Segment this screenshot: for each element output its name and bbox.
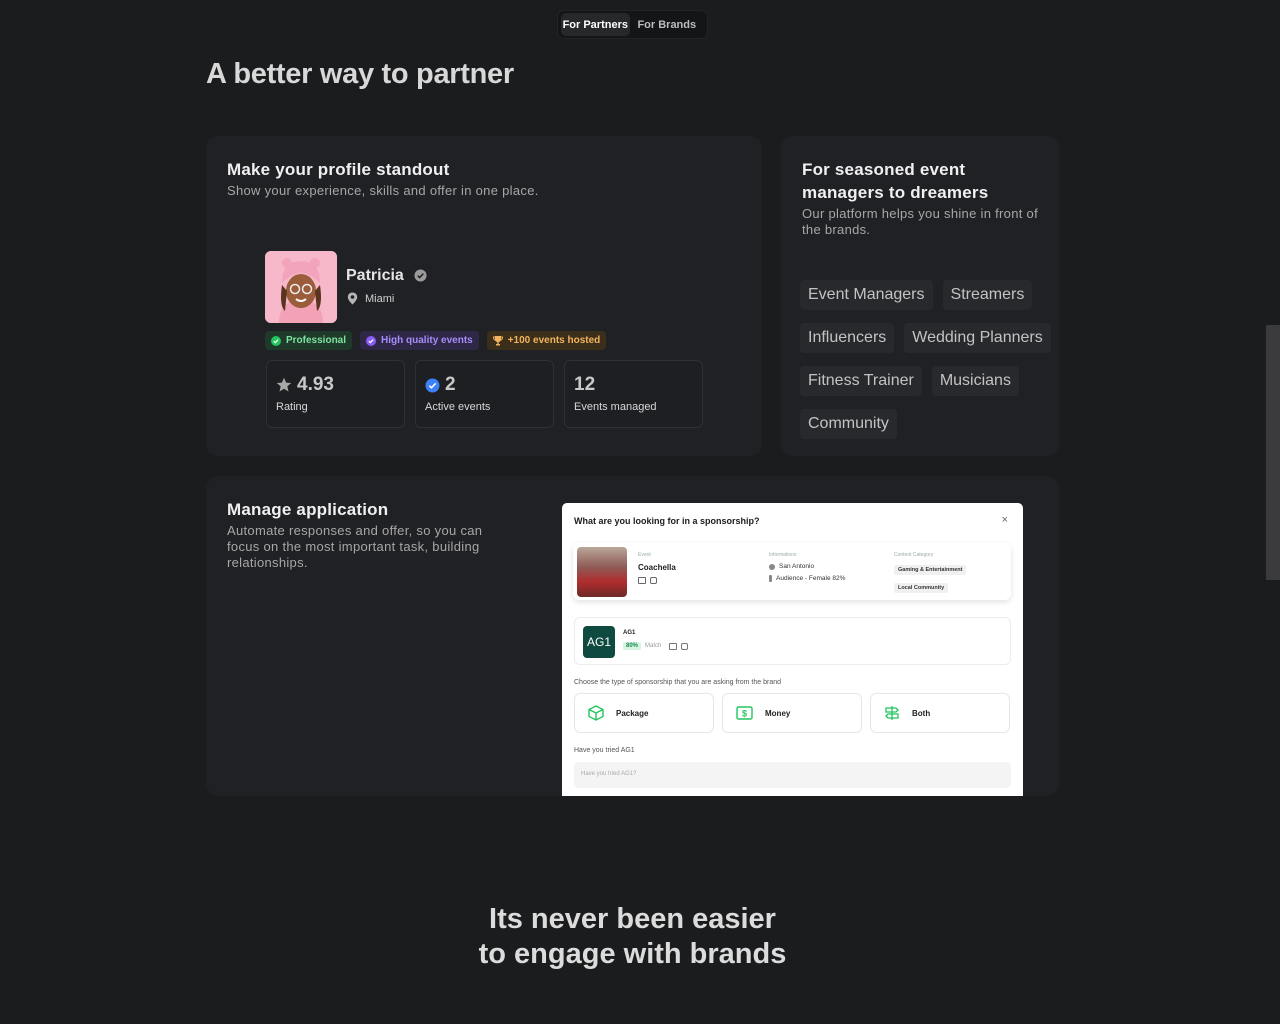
trophy-icon bbox=[492, 336, 503, 346]
profile-card-subtitle: Show your experience, skills and offer i… bbox=[227, 183, 539, 198]
option-label: Both bbox=[912, 708, 931, 718]
bottom-headline-line2: to engage with brands bbox=[478, 938, 787, 970]
location-pin-icon bbox=[347, 292, 358, 305]
scrollbar-thumb[interactable] bbox=[1266, 325, 1280, 580]
info-audience-text: Audience - Female 82% bbox=[776, 575, 846, 582]
badge-events-hosted: +100 events hosted bbox=[486, 331, 607, 350]
option-money[interactable]: $ Money bbox=[722, 693, 862, 733]
badge-label: High quality events bbox=[381, 335, 473, 346]
category-column: Content Category Gaming & Entertainment … bbox=[894, 552, 967, 594]
profile-card: Make your profile standout Show your exp… bbox=[206, 136, 762, 456]
brand-card[interactable]: AG1 AG1 80% Match bbox=[574, 617, 1011, 665]
stat-active-events: 2 Active events bbox=[415, 360, 554, 428]
brand-match: 80% Match bbox=[623, 642, 689, 650]
profile-stats: 4.93 Rating 2 Active events 12 Events ma… bbox=[266, 360, 703, 428]
role-tag: Community bbox=[800, 409, 897, 439]
badge-label: +100 events hosted bbox=[507, 335, 601, 346]
person-icon bbox=[769, 575, 772, 582]
option-label: Money bbox=[765, 708, 791, 718]
match-label: Match bbox=[645, 643, 662, 649]
info-city: San Antonio bbox=[769, 563, 845, 570]
profile-card-title: Make your profile standout bbox=[227, 160, 450, 179]
stat-value: 12 bbox=[574, 374, 596, 395]
stat-value: 2 bbox=[445, 374, 456, 395]
event-name: Coachella bbox=[638, 563, 676, 572]
stat-label: Rating bbox=[276, 401, 308, 413]
svg-text:$: $ bbox=[742, 709, 747, 719]
stat-rating: 4.93 Rating bbox=[266, 360, 405, 428]
brand-logo: AG1 bbox=[583, 626, 615, 658]
event-summary-card: Event Coachella Informations San Antonio… bbox=[573, 543, 1011, 600]
money-icon: $ bbox=[736, 706, 753, 720]
seasoned-card: For seasoned event managers to dreamers … bbox=[781, 136, 1059, 456]
check-circle-icon bbox=[271, 335, 281, 346]
event-image bbox=[577, 547, 627, 597]
stat-events-managed: 12 Events managed bbox=[564, 360, 703, 428]
main-title: A better way to partner bbox=[206, 58, 514, 90]
badge-professional: Professional bbox=[265, 331, 353, 350]
sponsorship-options: Package $ Money Both bbox=[574, 693, 1010, 733]
match-percent: 80% bbox=[623, 642, 642, 650]
role-tag: Event Managers bbox=[800, 280, 933, 310]
seasoned-card-title: For seasoned event managers to dreamers bbox=[802, 160, 989, 202]
verified-icon bbox=[414, 269, 427, 282]
profile-location: Miami bbox=[347, 292, 394, 305]
bottom-headline-line1: Its never been easier bbox=[489, 903, 776, 935]
money-icon bbox=[669, 642, 678, 650]
profile-badges: Professional High quality events +100 ev… bbox=[265, 331, 607, 350]
modal-title: What are you looking for in a sponsorshi… bbox=[574, 516, 760, 526]
seasoned-card-subtitle: Our platform helps you shine in front of… bbox=[802, 206, 1039, 237]
category-tag: Gaming & Entertainment bbox=[894, 565, 967, 575]
role-tag: Musicians bbox=[931, 366, 1019, 396]
event-label: Event bbox=[638, 552, 651, 558]
question-label: Have you tried AG1 bbox=[574, 747, 635, 754]
badge-label: Professional bbox=[286, 335, 347, 346]
signpost-icon bbox=[885, 706, 899, 720]
location-text: Miami bbox=[365, 292, 395, 305]
audience-toggle: For Partners For Brands bbox=[557, 10, 708, 39]
info-label: Informations bbox=[769, 552, 797, 558]
stat-label: Events managed bbox=[574, 401, 657, 413]
role-tag: Influencers bbox=[800, 323, 895, 353]
close-icon[interactable]: × bbox=[1002, 514, 1008, 526]
stat-label: Active events bbox=[425, 401, 491, 413]
package-icon bbox=[650, 577, 657, 584]
for-partners-tab[interactable]: For Partners bbox=[561, 13, 630, 36]
role-tags: Event Managers Streamers Influencers Wed… bbox=[800, 280, 1070, 439]
role-tag: Fitness Trainer bbox=[800, 366, 922, 396]
package-icon bbox=[681, 642, 689, 650]
question-input[interactable]: Have you tried AG1? bbox=[574, 762, 1011, 788]
package-icon bbox=[588, 705, 604, 721]
option-label: Package bbox=[616, 708, 649, 718]
location-pin-icon bbox=[769, 563, 775, 570]
option-both[interactable]: Both bbox=[870, 693, 1010, 733]
manage-card-subtitle: Automate responses and offer, so you can… bbox=[227, 523, 483, 570]
sponsorship-modal-preview: What are you looking for in a sponsorshi… bbox=[562, 503, 1023, 796]
bottom-headline: Its never been easier to engage with bra… bbox=[0, 902, 1265, 972]
category-tag: Local Community bbox=[894, 583, 949, 593]
check-badge-icon bbox=[425, 378, 440, 392]
profile-name: Patricia bbox=[346, 267, 404, 284]
role-tag: Wedding Planners bbox=[904, 323, 1051, 353]
money-icon bbox=[638, 577, 646, 584]
info-column: Informations San Antonio Audience - Fema… bbox=[769, 552, 845, 582]
event-icons bbox=[638, 577, 676, 584]
event-column: Event Coachella bbox=[638, 552, 676, 584]
avatar bbox=[265, 251, 337, 323]
star-icon bbox=[276, 377, 292, 392]
check-circle-icon bbox=[366, 335, 377, 346]
info-audience: Audience - Female 82% bbox=[769, 575, 845, 582]
badge-high-quality: High quality events bbox=[360, 331, 479, 350]
choose-type-label: Choose the type of sponsorship that you … bbox=[574, 679, 782, 686]
stat-value: 4.93 bbox=[297, 374, 334, 395]
for-brands-tab[interactable]: For Brands bbox=[630, 13, 704, 36]
option-package[interactable]: Package bbox=[574, 693, 714, 733]
brand-name: AG1 bbox=[623, 630, 636, 636]
manage-card: Manage application Automate responses an… bbox=[206, 476, 1059, 796]
role-tag: Streamers bbox=[942, 280, 1033, 310]
info-city-text: San Antonio bbox=[779, 563, 815, 570]
